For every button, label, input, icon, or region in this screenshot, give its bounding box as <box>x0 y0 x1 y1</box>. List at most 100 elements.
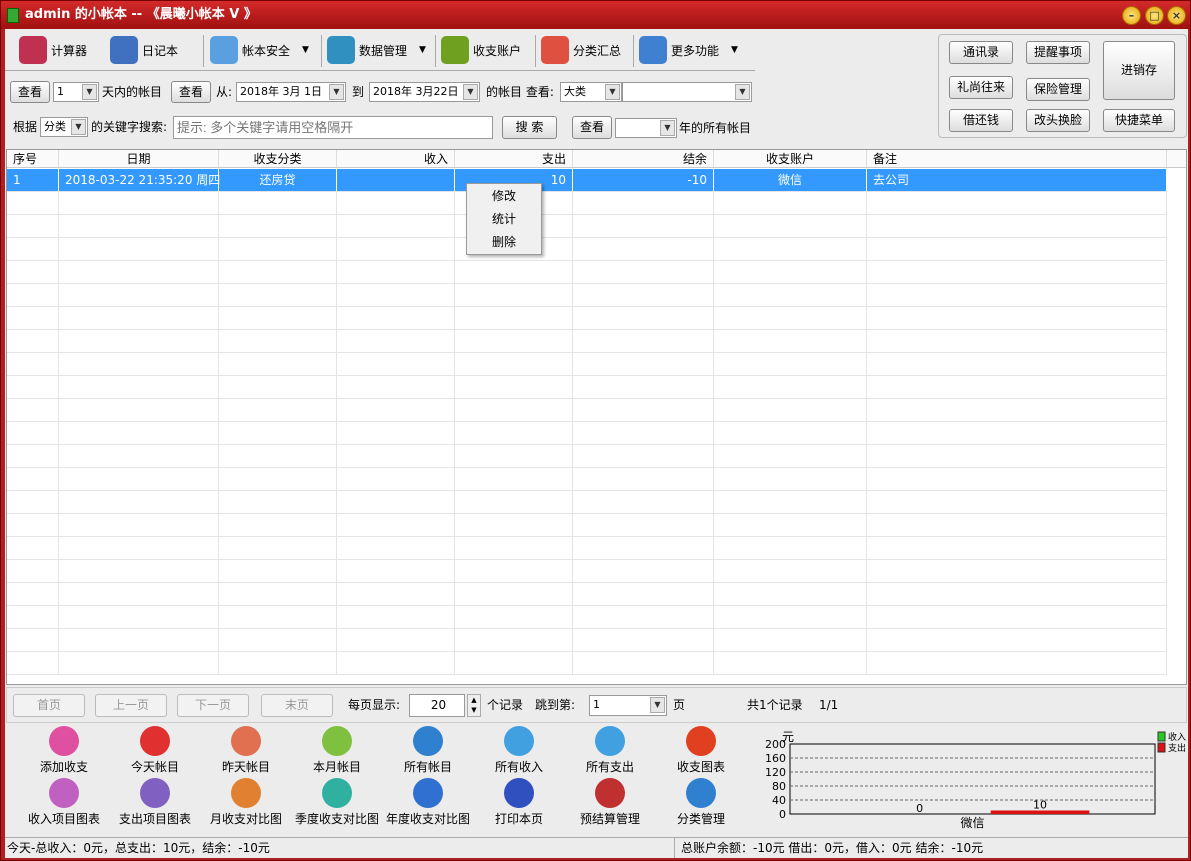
toolbar-notebook-button[interactable]: 日记本 <box>110 31 178 69</box>
empty-row[interactable] <box>7 238 1167 261</box>
prev-page-button[interactable]: 上一页 <box>95 694 167 717</box>
to-date-picker[interactable]: 2018年 3月22日 ▼ <box>369 82 480 102</box>
chevron-down-icon[interactable]: ▼ <box>660 120 675 136</box>
chevron-down-icon[interactable]: ▼ <box>71 119 86 135</box>
column-header[interactable]: 收支账户 <box>714 150 867 167</box>
shortcut-item[interactable]: 预结算管理 <box>565 778 655 827</box>
first-page-button[interactable]: 首页 <box>13 694 85 717</box>
chevron-down-icon[interactable]: ▼ <box>463 84 478 100</box>
per-page-input[interactable]: 20 <box>409 694 465 717</box>
category-level-select[interactable]: 大类 ▼ <box>560 82 622 102</box>
insurance-button[interactable]: 保险管理 <box>1026 78 1090 101</box>
view-days-button[interactable]: 查看 <box>10 81 50 103</box>
next-page-button[interactable]: 下一页 <box>177 694 249 717</box>
empty-row[interactable] <box>7 629 1167 652</box>
empty-row[interactable] <box>7 514 1167 537</box>
shortcut-item[interactable]: 本月帐目 <box>292 726 382 775</box>
empty-row[interactable] <box>7 491 1167 514</box>
from-date-picker[interactable]: 2018年 3月 1日 ▼ <box>236 82 346 102</box>
menu-item-delete[interactable]: 删除 <box>467 231 541 253</box>
empty-row[interactable] <box>7 537 1167 560</box>
toolbar-printer-button[interactable]: 更多功能 ▼ <box>639 31 738 69</box>
empty-row[interactable] <box>7 307 1167 330</box>
column-header[interactable]: 备注 <box>867 150 1167 167</box>
per-page-stepper[interactable]: ▲ ▼ <box>467 694 481 717</box>
loans-button[interactable]: 借还钱 <box>949 109 1013 132</box>
empty-row[interactable] <box>7 192 1167 215</box>
empty-row[interactable] <box>7 583 1167 606</box>
gifts-button[interactable]: 礼尚往来 <box>949 76 1013 99</box>
chevron-down-icon[interactable]: ▼ <box>605 84 620 100</box>
toolbar-calculator-button[interactable]: 计算器 <box>19 31 87 69</box>
days-select[interactable]: 1 ▼ <box>53 82 99 102</box>
chevron-down-icon[interactable]: ▼ <box>735 84 750 100</box>
by-select[interactable]: 分类 ▼ <box>40 117 88 137</box>
empty-cell <box>7 192 59 214</box>
view-range-button[interactable]: 查看 <box>171 81 211 103</box>
chevron-down-icon[interactable]: ▼ <box>82 84 97 100</box>
toolbar-calendar-button[interactable]: 帐本安全 ▼ <box>210 31 309 69</box>
page-select[interactable]: 1 ▼ <box>589 695 667 716</box>
notebook-icon <box>110 36 138 64</box>
maximize-button[interactable]: □ <box>1145 6 1164 25</box>
chevron-down-icon[interactable]: ▼ <box>302 45 309 55</box>
table-row[interactable]: 1 2018-03-22 21:35:20 周四 还房贷 10 -10 微信 去公司 <box>7 169 1167 192</box>
inventory-button[interactable]: 进销存 <box>1103 41 1175 100</box>
chevron-down-icon[interactable]: ▼ <box>650 697 665 713</box>
column-header[interactable]: 收支分类 <box>219 150 337 167</box>
empty-row[interactable] <box>7 353 1167 376</box>
column-header[interactable]: 支出 <box>455 150 573 167</box>
empty-row[interactable] <box>7 422 1167 445</box>
contacts-button[interactable]: 通讯录 <box>949 41 1013 64</box>
shortcut-item[interactable]: 所有收入 <box>474 726 564 775</box>
shortcut-item[interactable]: 所有支出 <box>565 726 655 775</box>
shortcut-item[interactable]: 打印本页 <box>474 778 564 827</box>
last-page-button[interactable]: 末页 <box>261 694 333 717</box>
close-button[interactable]: × <box>1167 6 1186 25</box>
empty-row[interactable] <box>7 376 1167 399</box>
column-header[interactable]: 收入 <box>337 150 455 167</box>
empty-row[interactable] <box>7 652 1167 675</box>
toolbar-chart-button[interactable]: 收支账户 <box>441 31 521 69</box>
chevron-down-icon[interactable]: ▼ <box>419 45 426 55</box>
shortcut-menu-button[interactable]: 快捷菜单 <box>1103 109 1175 132</box>
toolbar-database-button[interactable]: 数据管理 ▼ <box>327 31 426 69</box>
empty-row[interactable] <box>7 606 1167 629</box>
shortcut-item[interactable]: 所有帐目 <box>383 726 473 775</box>
empty-row[interactable] <box>7 468 1167 491</box>
menu-item-edit[interactable]: 修改 <box>467 185 541 207</box>
shortcut-item[interactable]: 月收支对比图 <box>201 778 291 827</box>
empty-row[interactable] <box>7 399 1167 422</box>
shortcut-item[interactable]: 分类管理 <box>656 778 746 827</box>
empty-cell <box>7 468 59 490</box>
view-year-button[interactable]: 查看 <box>572 116 612 139</box>
empty-row[interactable] <box>7 284 1167 307</box>
category-select[interactable]: ▼ <box>622 82 752 102</box>
shortcut-item[interactable]: 支出项目图表 <box>110 778 200 827</box>
shortcut-item[interactable]: 季度收支对比图 <box>292 778 382 827</box>
reminders-button[interactable]: 提醒事项 <box>1026 41 1090 64</box>
chevron-down-icon[interactable]: ▼ <box>329 84 344 100</box>
menu-item-stats[interactable]: 统计 <box>467 208 541 230</box>
empty-row[interactable] <box>7 560 1167 583</box>
column-header[interactable]: 结余 <box>573 150 714 167</box>
search-button[interactable]: 搜 索 <box>502 116 557 139</box>
skin-button[interactable]: 改头换脸 <box>1026 109 1090 132</box>
shortcut-item[interactable]: 昨天帐目 <box>201 726 291 775</box>
empty-row[interactable] <box>7 215 1167 238</box>
empty-row[interactable] <box>7 261 1167 284</box>
shortcut-item[interactable]: 收入项目图表 <box>19 778 109 827</box>
empty-row[interactable] <box>7 445 1167 468</box>
shortcut-item[interactable]: 年度收支对比图 <box>383 778 473 827</box>
minimize-button[interactable]: – <box>1122 6 1141 25</box>
column-header[interactable]: 序号 <box>7 150 59 167</box>
shortcut-item[interactable]: 今天帐目 <box>110 726 200 775</box>
column-header[interactable]: 日期 <box>59 150 219 167</box>
empty-row[interactable] <box>7 330 1167 353</box>
shortcut-item[interactable]: 收支图表 <box>656 726 746 775</box>
shortcut-item[interactable]: 添加收支 <box>19 726 109 775</box>
chevron-down-icon[interactable]: ▼ <box>731 45 738 55</box>
keyword-input[interactable] <box>173 116 493 139</box>
toolbar-arrow-button[interactable]: 分类汇总 <box>541 31 621 69</box>
year-select[interactable]: ▼ <box>615 118 677 138</box>
